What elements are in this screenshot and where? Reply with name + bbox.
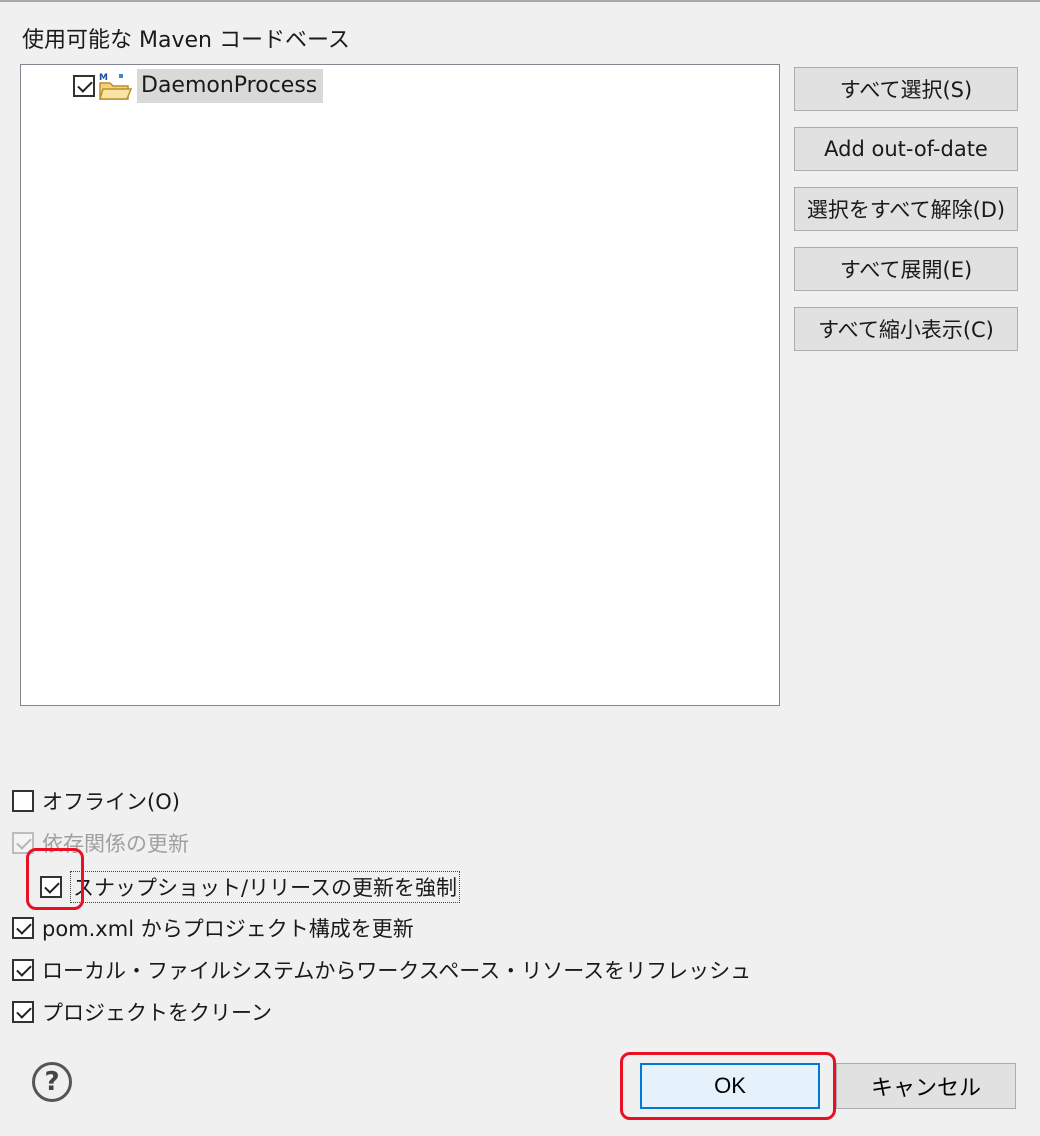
refresh-workspace-checkbox[interactable] <box>12 959 34 981</box>
help-icon[interactable]: ? <box>32 1062 72 1102</box>
cancel-button[interactable]: キャンセル <box>836 1063 1016 1109</box>
dialog-top-divider <box>0 0 1040 2</box>
refresh-workspace-label: ローカル・ファイルシステムからワークスペース・リソースをリフレッシュ <box>42 959 752 983</box>
select-all-button[interactable]: すべて選択(S) <box>794 67 1018 111</box>
clean-projects-option[interactable]: プロジェクトをクリーン <box>12 997 272 1027</box>
update-config-checkbox[interactable] <box>12 917 34 939</box>
force-update-highlight <box>26 848 84 910</box>
maven-project-folder-icon: M <box>97 70 133 102</box>
clean-projects-checkbox[interactable] <box>12 1001 34 1023</box>
refresh-workspace-option[interactable]: ローカル・ファイルシステムからワークスペース・リソースをリフレッシュ <box>12 955 751 985</box>
update-config-option[interactable]: pom.xml からプロジェクト構成を更新 <box>12 913 414 943</box>
offline-checkbox[interactable] <box>12 790 34 812</box>
svg-text:M: M <box>99 73 108 83</box>
offline-option[interactable]: オフライン(O) <box>12 786 180 816</box>
deselect-all-button[interactable]: 選択をすべて解除(D) <box>794 187 1018 231</box>
add-out-of-date-button[interactable]: Add out-of-date <box>794 127 1018 171</box>
collapse-all-button[interactable]: すべて縮小表示(C) <box>794 307 1018 351</box>
clean-projects-label: プロジェクトをクリーン <box>42 1001 272 1025</box>
tree-item-checkbox[interactable] <box>73 75 95 97</box>
update-config-label: pom.xml からプロジェクト構成を更新 <box>42 917 414 941</box>
ok-button-highlight <box>620 1052 836 1120</box>
expand-all-button[interactable]: すべて展開(E) <box>794 247 1018 291</box>
tree-item-daemonprocess[interactable]: M DaemonProcess <box>73 69 324 103</box>
force-update-option[interactable]: スナップショット/リリースの更新を強制 <box>40 871 461 903</box>
tree-item-label: DaemonProcess <box>137 69 324 103</box>
offline-label: オフライン(O) <box>42 790 180 814</box>
force-update-label: スナップショット/リリースの更新を強制 <box>70 871 461 903</box>
codebase-tree[interactable]: M DaemonProcess <box>20 64 780 706</box>
codebase-section-label: 使用可能な Maven コードベース <box>22 28 350 53</box>
